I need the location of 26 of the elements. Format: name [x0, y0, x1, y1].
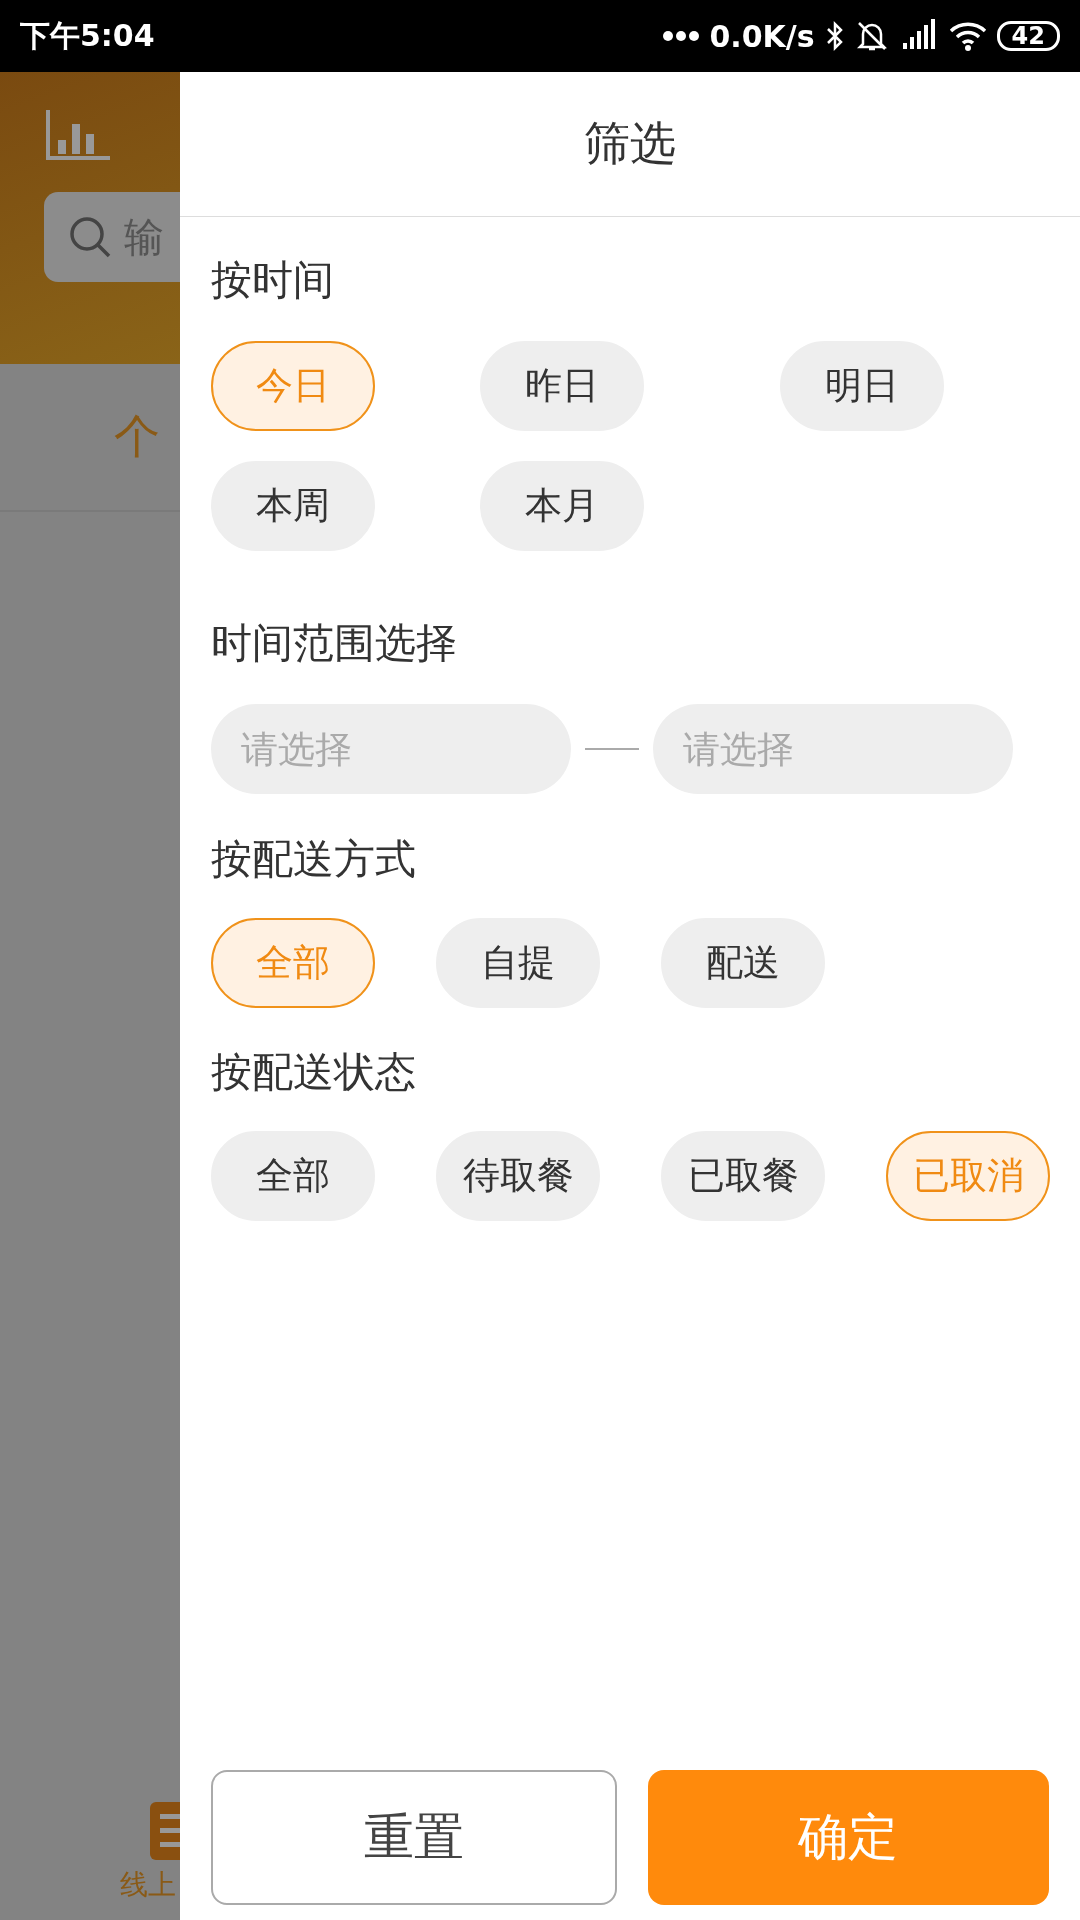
more-dots-icon	[663, 31, 700, 41]
reset-button[interactable]: 重置	[211, 1770, 617, 1905]
status-time: 下午5:04	[20, 16, 155, 55]
network-speed: 0.0K/s	[709, 18, 815, 54]
wifi-icon	[948, 21, 987, 51]
filter-chip[interactable]: 自提	[436, 918, 600, 1008]
bar-chart-icon	[46, 110, 110, 162]
section-heading: 时间范围选择	[211, 618, 458, 669]
section-heading: 按配送方式	[211, 834, 417, 885]
clipboard-icon	[150, 1800, 180, 1860]
panel-title: 筛选	[584, 115, 676, 172]
filter-chip[interactable]: 本周	[211, 461, 375, 551]
filter-chip[interactable]: 待取餐	[436, 1131, 600, 1221]
battery-indicator: 42	[996, 21, 1060, 51]
search-icon	[68, 215, 112, 259]
filter-chip[interactable]: 明日	[780, 341, 944, 431]
filter-chip[interactable]: 本月	[480, 461, 644, 551]
filter-chip[interactable]: 已取餐	[661, 1131, 825, 1221]
filter-chip[interactable]: 昨日	[480, 341, 644, 431]
bluetooth-icon	[824, 20, 845, 52]
start-date-field[interactable]: 请选择	[211, 704, 571, 794]
filter-chip[interactable]: 全部	[211, 1131, 375, 1221]
section-heading: 按时间	[211, 255, 335, 306]
section-heading: 按配送状态	[211, 1047, 417, 1098]
end-date-field[interactable]: 请选择	[653, 704, 1013, 794]
filter-chip[interactable]: 配送	[661, 918, 825, 1008]
